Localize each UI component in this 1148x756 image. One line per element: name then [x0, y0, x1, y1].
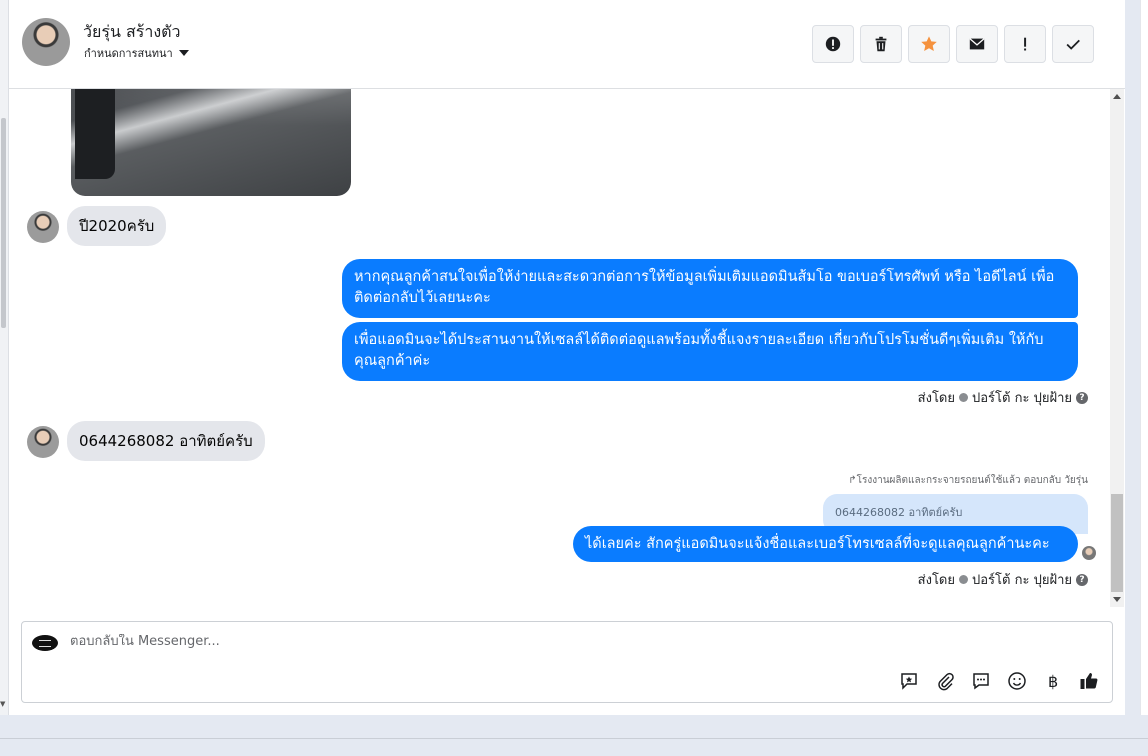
emoji-button[interactable]	[1006, 670, 1028, 692]
bottom-divider	[0, 738, 1148, 739]
envelope-icon	[969, 38, 985, 50]
outgoing-message: เพื่อแอดมินจะได้ประสานงานให้เซลล์ได้ติดต…	[342, 322, 1078, 381]
conversation-panel: วัยรุ่น สร้างตัว กำหนดการสนทนา ปี2020ครั…	[9, 0, 1125, 715]
bottom-bar	[0, 715, 1148, 756]
contact-name[interactable]: วัยรุ่น สร้างตัว	[83, 20, 181, 45]
reply-note-text: โรงงานผลิตและกระจายรถยนต์ใช้แล้ว ตอบกลับ…	[856, 475, 1088, 486]
thread-scrollbar[interactable]	[1110, 89, 1124, 607]
composer-tools: ฿	[898, 670, 1100, 692]
chat-bubble-icon	[973, 673, 989, 690]
contact-avatar-small[interactable]	[27, 211, 59, 243]
incoming-message: ปี2020ครับ	[67, 206, 167, 246]
outgoing-message: ได้เลยค่ะ สักครู่แอดมินจะแจ้งชื่อและเบอร…	[573, 526, 1078, 562]
conversation-schedule-dropdown[interactable]: กำหนดการสนทนา	[84, 44, 189, 62]
left-scroll-down-arrow[interactable]: ▼	[0, 700, 5, 708]
scroll-down-arrow[interactable]	[1113, 597, 1121, 602]
page-logo	[32, 635, 58, 651]
saved-reply-icon	[901, 673, 917, 690]
scroll-up-arrow[interactable]	[1113, 94, 1121, 99]
outgoing-message: หากคุณลูกค้าสนใจเพื่อให้ง่ายและสะดวกต่อก…	[342, 259, 1078, 318]
help-icon[interactable]: ?	[1076, 391, 1088, 404]
sender-name[interactable]: ปอร์โต้ กะ ปุยฝ้าย	[972, 569, 1072, 590]
attach-button[interactable]	[934, 670, 956, 692]
reply-input[interactable]	[70, 634, 870, 649]
star-button[interactable]	[908, 25, 950, 63]
chat-button[interactable]	[970, 670, 992, 692]
photo-detail	[75, 89, 115, 179]
baht-icon: ฿	[1048, 672, 1058, 691]
scroll-thumb[interactable]	[1111, 494, 1123, 592]
right-edge	[1140, 0, 1148, 715]
header-actions	[812, 25, 1094, 63]
like-button[interactable]	[1078, 670, 1100, 692]
contact-avatar[interactable]	[22, 18, 70, 66]
mail-button[interactable]	[956, 25, 998, 63]
delete-button[interactable]	[860, 25, 902, 63]
verified-check-icon	[959, 575, 968, 584]
important-button[interactable]	[1004, 25, 1046, 63]
payment-button[interactable]: ฿	[1042, 670, 1064, 692]
left-scroll-thumb[interactable]	[1, 118, 6, 328]
star-icon	[921, 36, 937, 52]
contact-avatar-small[interactable]	[27, 426, 59, 458]
message-thread[interactable]: ปี2020ครับ หากคุณลูกค้าสนใจเพื่อให้ง่ายแ…	[9, 89, 1110, 607]
caret-down-icon	[178, 50, 189, 56]
incoming-message: 0644268082 อาทิตย์ครับ	[67, 421, 265, 461]
left-panel-scrollbar[interactable]	[0, 0, 9, 715]
check-icon	[1066, 39, 1080, 50]
sent-by-label: ส่งโดย ปอร์โต้ กะ ปุยฝ้าย ?	[918, 387, 1088, 408]
help-icon[interactable]: ?	[1076, 573, 1088, 586]
attachment-icon	[938, 672, 954, 691]
trash-icon	[875, 36, 887, 52]
emoji-icon	[1008, 672, 1026, 690]
sent-by-text: ส่งโดย	[917, 573, 955, 588]
report-button[interactable]	[812, 25, 854, 63]
done-button[interactable]	[1052, 25, 1094, 63]
reply-composer: ฿	[21, 621, 1113, 703]
like-icon	[1080, 673, 1098, 689]
svg-text:฿: ฿	[1048, 672, 1058, 691]
schedule-label: กำหนดการสนทนา	[84, 47, 173, 60]
reply-note: ↱โรงงานผลิตและกระจายรถยนต์ใช้แล้ว ตอบกลั…	[848, 475, 1088, 486]
read-receipt-avatar	[1082, 546, 1096, 560]
verified-check-icon	[959, 393, 968, 402]
exclamation-icon	[1024, 37, 1027, 51]
photo-attachment[interactable]	[71, 89, 351, 196]
alert-circle-icon	[825, 36, 841, 52]
conversation-header: วัยรุ่น สร้างตัว กำหนดการสนทนา	[9, 0, 1125, 89]
saved-reply-button[interactable]	[898, 670, 920, 692]
sender-name[interactable]: ปอร์โต้ กะ ปุยฝ้าย	[972, 387, 1072, 408]
sent-by-label: ส่งโดย ปอร์โต้ กะ ปุยฝ้าย ?	[918, 569, 1088, 590]
sent-by-text: ส่งโดย	[917, 391, 955, 406]
